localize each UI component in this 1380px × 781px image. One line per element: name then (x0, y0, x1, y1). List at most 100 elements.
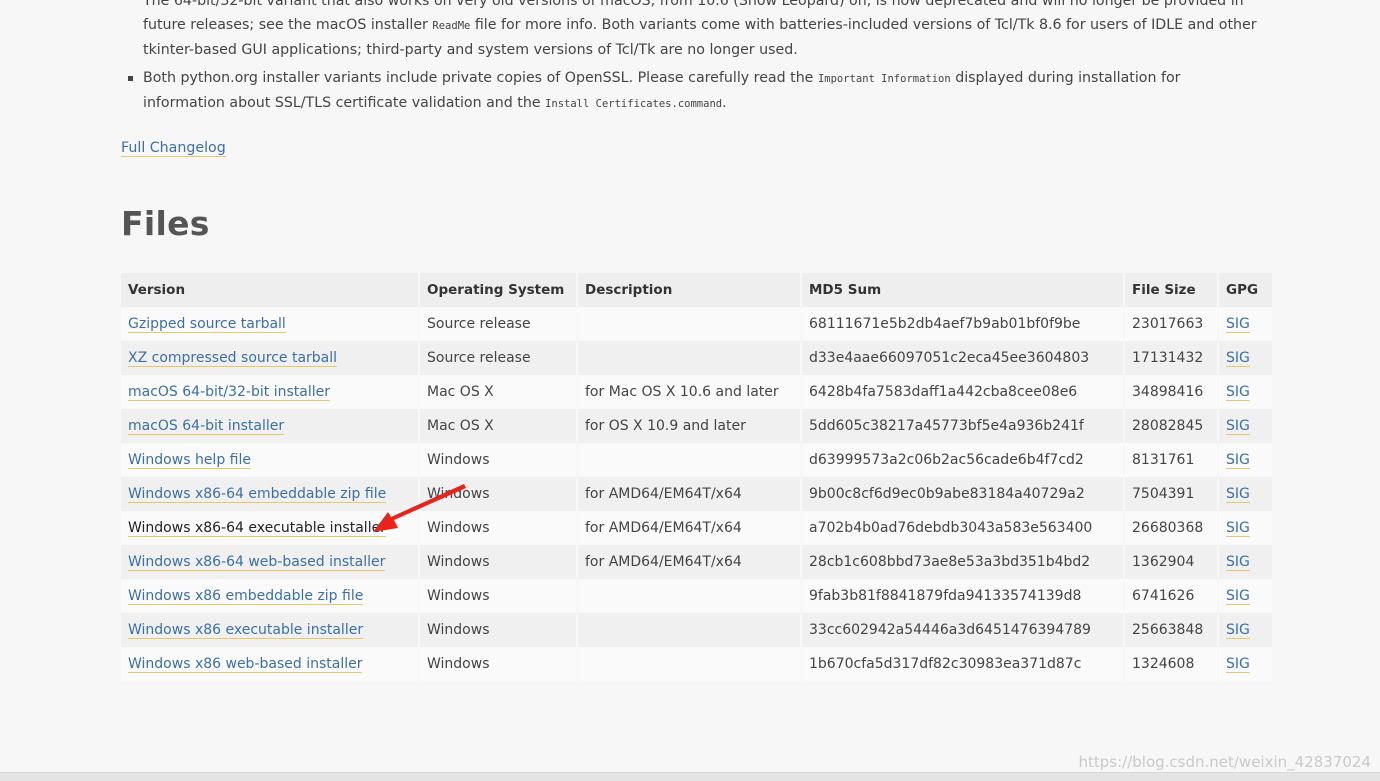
md5-cell: 28cb1c608bbd73ae8e53a3bd351b4bd2 (802, 545, 1125, 579)
version-cell: Windows x86-64 embeddable zip file (121, 477, 420, 511)
files-table-head: Version Operating System Description MD5… (121, 273, 1272, 307)
table-row: XZ compressed source tarball Source rele… (121, 341, 1272, 375)
md5-cell: a702b4b0ad76debdb3043a583e563400 (802, 511, 1125, 545)
download-link[interactable]: Windows x86 web-based installer (128, 656, 363, 673)
download-link-active[interactable]: Windows x86-64 executable installer (128, 520, 386, 537)
notes-text: Both python.org installer variants inclu… (143, 70, 818, 86)
file-size-cell: 23017663 (1125, 307, 1219, 341)
version-cell: Windows x86 embeddable zip file (121, 579, 420, 613)
description-cell (578, 613, 802, 647)
description-cell (578, 443, 802, 477)
gpg-cell: SIG (1219, 545, 1272, 579)
gpg-cell: SIG (1219, 409, 1272, 443)
sig-link[interactable]: SIG (1226, 622, 1250, 639)
sig-link[interactable]: SIG (1226, 588, 1250, 605)
table-row: Windows x86-64 embeddable zip file Windo… (121, 477, 1272, 511)
version-cell: macOS 64-bit installer (121, 409, 420, 443)
version-cell: XZ compressed source tarball (121, 341, 420, 375)
md5-cell: 9b00c8cf6d9ec0b9abe83184a40729a2 (802, 477, 1125, 511)
table-row: Windows x86-64 web-based installer Windo… (121, 545, 1272, 579)
table-row: Windows x86 embeddable zip file Windows … (121, 579, 1272, 613)
sig-link[interactable]: SIG (1226, 486, 1250, 503)
sig-link[interactable]: SIG (1226, 554, 1250, 571)
md5-cell: d33e4aae66097051c2eca45ee3604803 (802, 341, 1125, 375)
gpg-cell: SIG (1219, 341, 1272, 375)
description-cell (578, 647, 802, 681)
header-row: Version Operating System Description MD5… (121, 273, 1272, 307)
download-link[interactable]: XZ compressed source tarball (128, 350, 338, 367)
sig-link[interactable]: SIG (1226, 384, 1250, 401)
download-link[interactable]: Windows x86-64 web-based installer (128, 554, 386, 571)
os-cell: Mac OS X (420, 409, 578, 443)
gpg-cell: SIG (1219, 613, 1272, 647)
sig-link[interactable]: SIG (1226, 350, 1250, 367)
md5-cell: 1b670cfa5d317df82c30983ea371d87c (802, 647, 1125, 681)
file-size-cell: 25663848 (1125, 613, 1219, 647)
gpg-cell: SIG (1219, 477, 1272, 511)
table-row-selected: Windows x86-64 executable installer Wind… (121, 511, 1272, 545)
gpg-cell: SIG (1219, 511, 1272, 545)
header-gpg: GPG (1219, 273, 1272, 307)
description-cell: for OS X 10.9 and later (578, 409, 802, 443)
file-size-cell: 34898416 (1125, 375, 1219, 409)
notes-text: . (722, 95, 727, 111)
os-cell: Windows (420, 579, 578, 613)
page: The 64-bit/32-bit variant that also work… (0, 0, 1380, 781)
download-link[interactable]: macOS 64-bit/32-bit installer (128, 384, 330, 401)
important-information-code: Important Information (817, 73, 951, 85)
download-link[interactable]: Windows x86-64 embeddable zip file (128, 486, 387, 503)
files-table-body: Gzipped source tarball Source release 68… (121, 307, 1272, 681)
sig-link[interactable]: SIG (1226, 316, 1250, 333)
md5-cell: 9fab3b81f8841879fda94133574139d8 (802, 579, 1125, 613)
files-table: Version Operating System Description MD5… (121, 273, 1272, 681)
table-row: Gzipped source tarball Source release 68… (121, 307, 1272, 341)
file-size-cell: 7504391 (1125, 477, 1219, 511)
readme-code: ReadMe (432, 20, 471, 32)
download-link[interactable]: macOS 64-bit installer (128, 418, 285, 435)
version-cell: Windows x86 executable installer (121, 613, 420, 647)
os-cell: Source release (420, 341, 578, 375)
md5-cell: d63999573a2c06b2ac56cade6b4f7cd2 (802, 443, 1125, 477)
file-size-cell: 6741626 (1125, 579, 1219, 613)
md5-cell: 6428b4fa7583daff1a442cba8cee08e6 (802, 375, 1125, 409)
os-cell: Windows (420, 477, 578, 511)
download-link[interactable]: Windows x86 executable installer (128, 622, 364, 639)
download-link[interactable]: Windows x86 embeddable zip file (128, 588, 364, 605)
os-cell: Windows (420, 613, 578, 647)
description-cell (578, 307, 802, 341)
sig-link[interactable]: SIG (1226, 418, 1250, 435)
version-cell: macOS 64-bit/32-bit installer (121, 375, 420, 409)
os-cell: Windows (420, 647, 578, 681)
gpg-cell: SIG (1219, 443, 1272, 477)
os-cell: Source release (420, 307, 578, 341)
file-size-cell: 26680368 (1125, 511, 1219, 545)
download-link[interactable]: Windows help file (128, 452, 251, 469)
description-cell: for AMD64/EM64T/x64 (578, 477, 802, 511)
watermark: https://blog.csdn.net/weixin_42837024 (1078, 753, 1371, 771)
description-cell (578, 579, 802, 613)
download-link[interactable]: Gzipped source tarball (128, 316, 286, 333)
file-size-cell: 1324608 (1125, 647, 1219, 681)
version-cell: Windows x86 web-based installer (121, 647, 420, 681)
gpg-cell: SIG (1219, 375, 1272, 409)
os-cell: Windows (420, 511, 578, 545)
file-size-cell: 28082845 (1125, 409, 1219, 443)
gpg-cell: SIG (1219, 579, 1272, 613)
header-file-size: File Size (1125, 273, 1219, 307)
notes-list: Both python.org installer variants inclu… (121, 66, 1266, 116)
description-cell: for AMD64/EM64T/x64 (578, 545, 802, 579)
version-cell: Windows x86-64 executable installer (121, 511, 420, 545)
version-cell: Windows x86-64 web-based installer (121, 545, 420, 579)
table-row: macOS 64-bit installer Mac OS X for OS X… (121, 409, 1272, 443)
md5-cell: 68111671e5b2db4aef7b9ab01bf0f9be (802, 307, 1125, 341)
changelog-section: Full Changelog (121, 138, 226, 158)
sig-link[interactable]: SIG (1226, 656, 1250, 673)
notes-bullet-openssl: Both python.org installer variants inclu… (128, 66, 1266, 116)
os-cell: Windows (420, 443, 578, 477)
table-row: Windows help file Windows d63999573a2c06… (121, 443, 1272, 477)
sig-link[interactable]: SIG (1226, 520, 1250, 537)
table-row: Windows x86 executable installer Windows… (121, 613, 1272, 647)
os-cell: Windows (420, 545, 578, 579)
sig-link[interactable]: SIG (1226, 452, 1250, 469)
full-changelog-link[interactable]: Full Changelog (121, 140, 226, 157)
